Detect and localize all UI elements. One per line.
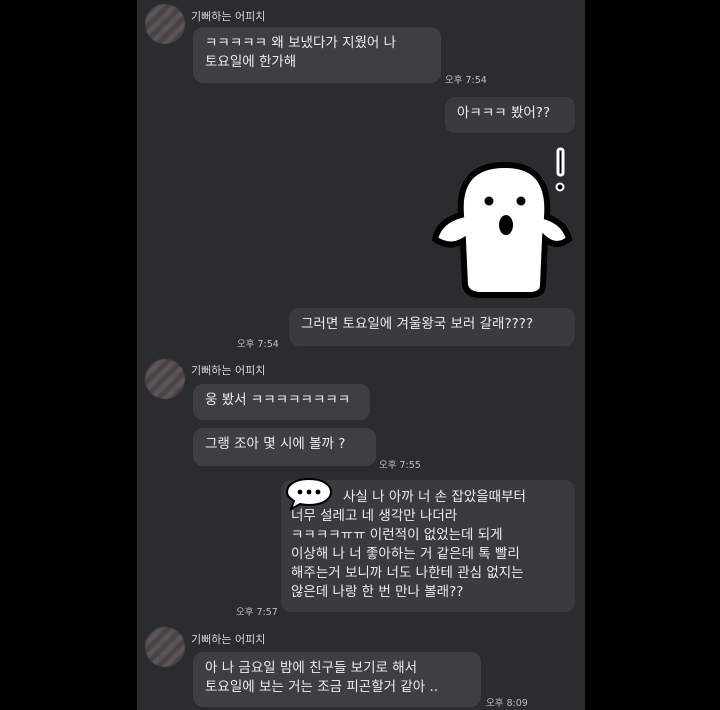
message-time: 오후 7:57 (236, 607, 278, 618)
sender-name: 기뻐하는 어피치 (191, 633, 266, 646)
message-line: 사실 나 아까 너 손 잡았을때부터 (343, 489, 526, 505)
message-text: 웅 봤서 ㅋㅋㅋㅋㅋㅋㅋㅋ (205, 392, 351, 408)
sender-name: 기뻐하는 어피치 (191, 364, 266, 377)
message-time: 오후 8:09 (486, 698, 528, 709)
avatar[interactable] (145, 359, 185, 399)
avatar[interactable] (145, 627, 185, 667)
message-time: 오후 7:54 (445, 75, 487, 86)
message-line: 이상해 나 너 좋아하는 거 같은데 톡 빨리 (291, 546, 520, 562)
message-bubble-received[interactable]: 그랭 조아 몇 시에 볼까 ? (193, 428, 376, 466)
message-time: 오후 7:55 (379, 460, 421, 471)
message-bubble-received[interactable]: 웅 봤서 ㅋㅋㅋㅋㅋㅋㅋㅋ (193, 384, 370, 420)
message-line: 않은데 나랑 한 번 만나 볼래?? (291, 584, 464, 600)
message-bubble-received[interactable]: ㅋㅋㅋㅋㅋ 왜 보냈다가 지웠어 나 토요일에 한가해 (193, 27, 441, 83)
message-line: 아 나 금요일 밤에 친구들 보기로 해서 (205, 660, 418, 676)
sender-name: 기뻐하는 어피치 (191, 10, 266, 23)
message-line: 토요일에 한가해 (205, 54, 297, 70)
message-text: 그랭 조아 몇 시에 볼까 ? (205, 436, 346, 452)
message-line: ㅋㅋㅋㅋㅋ 왜 보냈다가 지웠어 나 (205, 35, 397, 51)
message-text: 그러면 토요일에 겨울왕국 보러 갈래???? (301, 316, 534, 332)
message-text: 아ㅋㅋㅋ 봤어?? (457, 105, 551, 121)
message-line: 토요일에 보는 거는 조금 피곤할거 같아 .. (205, 679, 439, 695)
surprised-ghost-sticker (431, 147, 573, 298)
message-bubble-received[interactable]: 아 나 금요일 밤에 친구들 보기로 해서 토요일에 보는 거는 조금 피곤할거… (193, 652, 481, 707)
message-bubble-sent[interactable]: 아ㅋㅋㅋ 봤어?? (445, 97, 575, 133)
speech-bubble-dots-icon (285, 477, 333, 512)
message-bubble-sent[interactable]: 그러면 토요일에 겨울왕국 보러 갈래???? (289, 308, 575, 346)
chat-panel[interactable]: 기뻐하는 어피치 ㅋㅋㅋㅋㅋ 왜 보냈다가 지웠어 나 토요일에 한가해 오후 … (137, 0, 585, 710)
message-line: ㅋㅋㅋㅋㅠㅠ 이런적이 없었는데 되게 (291, 527, 503, 543)
avatar[interactable] (145, 4, 185, 44)
message-line: 해주는거 보니까 너도 나한테 관심 없지는 (291, 565, 524, 581)
message-time: 오후 7:54 (237, 339, 279, 350)
